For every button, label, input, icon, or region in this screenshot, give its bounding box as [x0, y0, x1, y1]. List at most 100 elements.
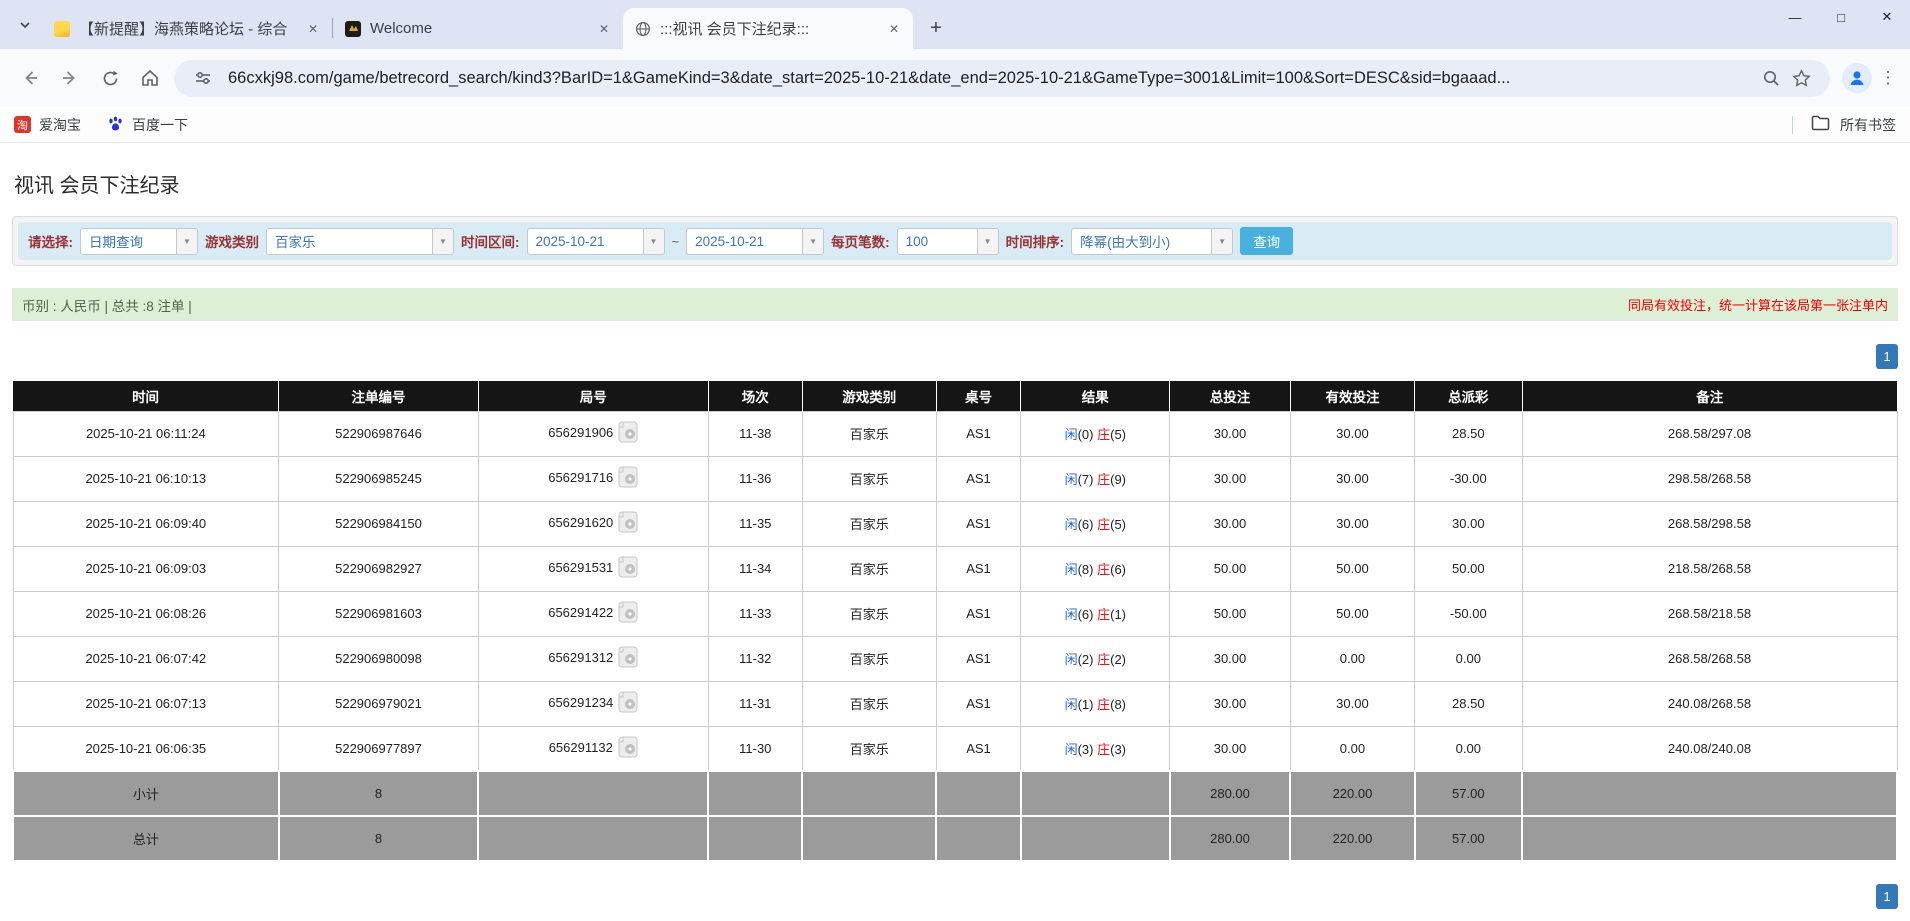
zoom-icon[interactable]: [1756, 69, 1786, 87]
column-header: 总投注: [1169, 381, 1291, 411]
subtotal-row: 小计 8 280.00 220.00 57.00: [12, 770, 1898, 817]
result-cell: 闲(8) 庄(6): [1020, 545, 1171, 592]
close-tab-icon[interactable]: ✕: [595, 20, 613, 38]
bookmark-aitaobao[interactable]: 淘 爱淘宝: [14, 115, 81, 135]
page-size-label: 每页笔数:: [831, 235, 890, 250]
close-tab-icon[interactable]: ✕: [885, 20, 903, 38]
bookmarks-bar: 淘 爱淘宝 百度一下 所有书签: [0, 107, 1910, 143]
minimize-button[interactable]: —: [1772, 0, 1818, 34]
video-replay-icon[interactable]: [618, 736, 638, 761]
total-bet-link[interactable]: 50.00: [1169, 590, 1291, 637]
total-count: 8: [277, 815, 480, 862]
round-number: 656291531: [548, 559, 614, 575]
date-end-select[interactable]: 2025-10-21 ▼: [686, 227, 825, 255]
table-no-cell: AS1: [935, 455, 1022, 502]
bet-id-cell: 522906981603: [278, 590, 479, 637]
round-number: 656291906: [548, 424, 614, 440]
browser-toolbar: 66cxkj98.com/game/betrecord_search/kind3…: [0, 49, 1910, 107]
round-cell: 656291531: [477, 545, 709, 592]
total-valid-bet: 220.00: [1289, 815, 1416, 862]
sort-select[interactable]: 降幂(由大到小) ▼: [1071, 227, 1234, 255]
pagination-page-1-bottom[interactable]: 1: [1876, 884, 1898, 909]
globe-icon: [635, 21, 651, 37]
summary-bar: 币别 : 人民币 | 总共 :8 注单 | 同局有效投注，统一计算在该局第一张注…: [12, 288, 1898, 321]
pagination-page-1-top[interactable]: 1: [1876, 344, 1898, 369]
tab-title: 【新提醒】海燕策略论坛 - 综合: [79, 21, 288, 38]
total-bet-link[interactable]: 30.00: [1169, 410, 1291, 457]
total-bet-link[interactable]: 30.00: [1169, 725, 1291, 772]
date-start-select[interactable]: 2025-10-21 ▼: [526, 227, 665, 255]
chevron-down-icon[interactable]: ▼: [1211, 228, 1233, 254]
table-no-cell: AS1: [935, 545, 1022, 592]
total-bet-link[interactable]: 30.00: [1169, 635, 1291, 682]
game-type-cell: 百家乐: [801, 500, 937, 547]
total-bet-link[interactable]: 30.00: [1169, 500, 1291, 547]
time-cell: 2025-10-21 06:07:13: [12, 680, 280, 727]
subtotal-payout: 57.00: [1413, 770, 1524, 817]
folder-icon: [1811, 115, 1830, 134]
chevron-down-icon[interactable]: [8, 8, 42, 42]
total-bet-link[interactable]: 50.00: [1169, 545, 1291, 592]
video-replay-icon[interactable]: [618, 511, 638, 536]
game-type-label: 游戏类别: [205, 235, 259, 250]
video-replay-icon[interactable]: [618, 601, 638, 626]
tab-bet-records[interactable]: :::视讯 会员下注纪录::: ✕: [623, 8, 913, 49]
valid-bet-cell: 50.00: [1289, 545, 1416, 592]
welcome-favicon: [345, 20, 361, 37]
bet-id-cell: 522906987646: [278, 410, 479, 457]
chevron-down-icon[interactable]: ▼: [976, 228, 998, 254]
payout-cell: 0.00: [1414, 635, 1523, 682]
total-bet-link[interactable]: 30.00: [1169, 680, 1291, 727]
back-icon[interactable]: [10, 58, 50, 98]
home-icon[interactable]: [130, 58, 170, 98]
result-cell: 闲(0) 庄(5): [1020, 410, 1171, 457]
browser-menu-icon[interactable]: ⋮: [1876, 68, 1900, 88]
session-cell: 11-38: [707, 410, 803, 457]
round-number: 656291422: [548, 604, 614, 620]
subtotal-valid-bet: 220.00: [1289, 770, 1416, 817]
table-row: 2025-10-21 06:09:40 522906984150 656291620…: [12, 500, 1898, 547]
session-cell: 11-36: [707, 455, 803, 502]
chevron-down-icon[interactable]: ▼: [432, 228, 453, 254]
close-tab-icon[interactable]: ✕: [304, 20, 322, 38]
address-bar[interactable]: 66cxkj98.com/game/betrecord_search/kind3…: [174, 59, 1830, 97]
chevron-down-icon[interactable]: ▼: [642, 228, 664, 254]
table-no-cell: AS1: [935, 410, 1022, 457]
url-text[interactable]: 66cxkj98.com/game/betrecord_search/kind3…: [228, 69, 1756, 88]
game-type-select[interactable]: 百家乐 ▼: [266, 227, 454, 255]
round-cell: 656291132: [477, 725, 709, 772]
table-row: 2025-10-21 06:07:13 522906979021 656291234…: [12, 680, 1898, 727]
bookmark-baidu[interactable]: 百度一下: [107, 115, 188, 135]
time-cell: 2025-10-21 06:10:13: [12, 455, 280, 502]
column-header: 场次: [708, 381, 803, 411]
site-settings-icon[interactable]: [188, 69, 218, 87]
haiyan-favicon: [54, 20, 70, 37]
close-window-button[interactable]: ✕: [1864, 0, 1910, 34]
total-bet-link[interactable]: 30.00: [1169, 455, 1291, 502]
search-button[interactable]: 查询: [1240, 227, 1294, 255]
chevron-down-icon[interactable]: ▼: [176, 228, 197, 254]
total-row: 总计 8 280.00 220.00 57.00: [12, 815, 1898, 862]
video-replay-icon[interactable]: [618, 466, 638, 491]
tab-title: Welcome: [370, 20, 433, 37]
tab-welcome[interactable]: Welcome ✕: [333, 8, 623, 49]
game-type-cell: 百家乐: [801, 590, 937, 637]
tab-haiyan-forum[interactable]: 【新提醒】海燕策略论坛 - 综合 ✕: [42, 8, 332, 49]
video-replay-icon[interactable]: [618, 691, 638, 716]
video-replay-icon[interactable]: [618, 421, 638, 446]
page-size-select[interactable]: 100 ▼: [896, 227, 999, 255]
profile-avatar[interactable]: [1842, 63, 1872, 93]
new-tab-button[interactable]: +: [921, 13, 951, 43]
reload-icon[interactable]: [90, 58, 130, 98]
game-type-cell: 百家乐: [801, 455, 937, 502]
video-replay-icon[interactable]: [618, 646, 638, 671]
forward-icon[interactable]: [50, 58, 90, 98]
video-replay-icon[interactable]: [618, 556, 638, 581]
query-type-select[interactable]: 日期查询 ▼: [80, 227, 198, 255]
column-header: 游戏类别: [802, 381, 937, 411]
all-bookmarks-label[interactable]: 所有书签: [1840, 115, 1896, 135]
bookmark-star-icon[interactable]: [1786, 68, 1816, 88]
payout-cell: -50.00: [1414, 590, 1523, 637]
maximize-button[interactable]: □: [1818, 0, 1864, 34]
chevron-down-icon[interactable]: ▼: [802, 228, 824, 254]
